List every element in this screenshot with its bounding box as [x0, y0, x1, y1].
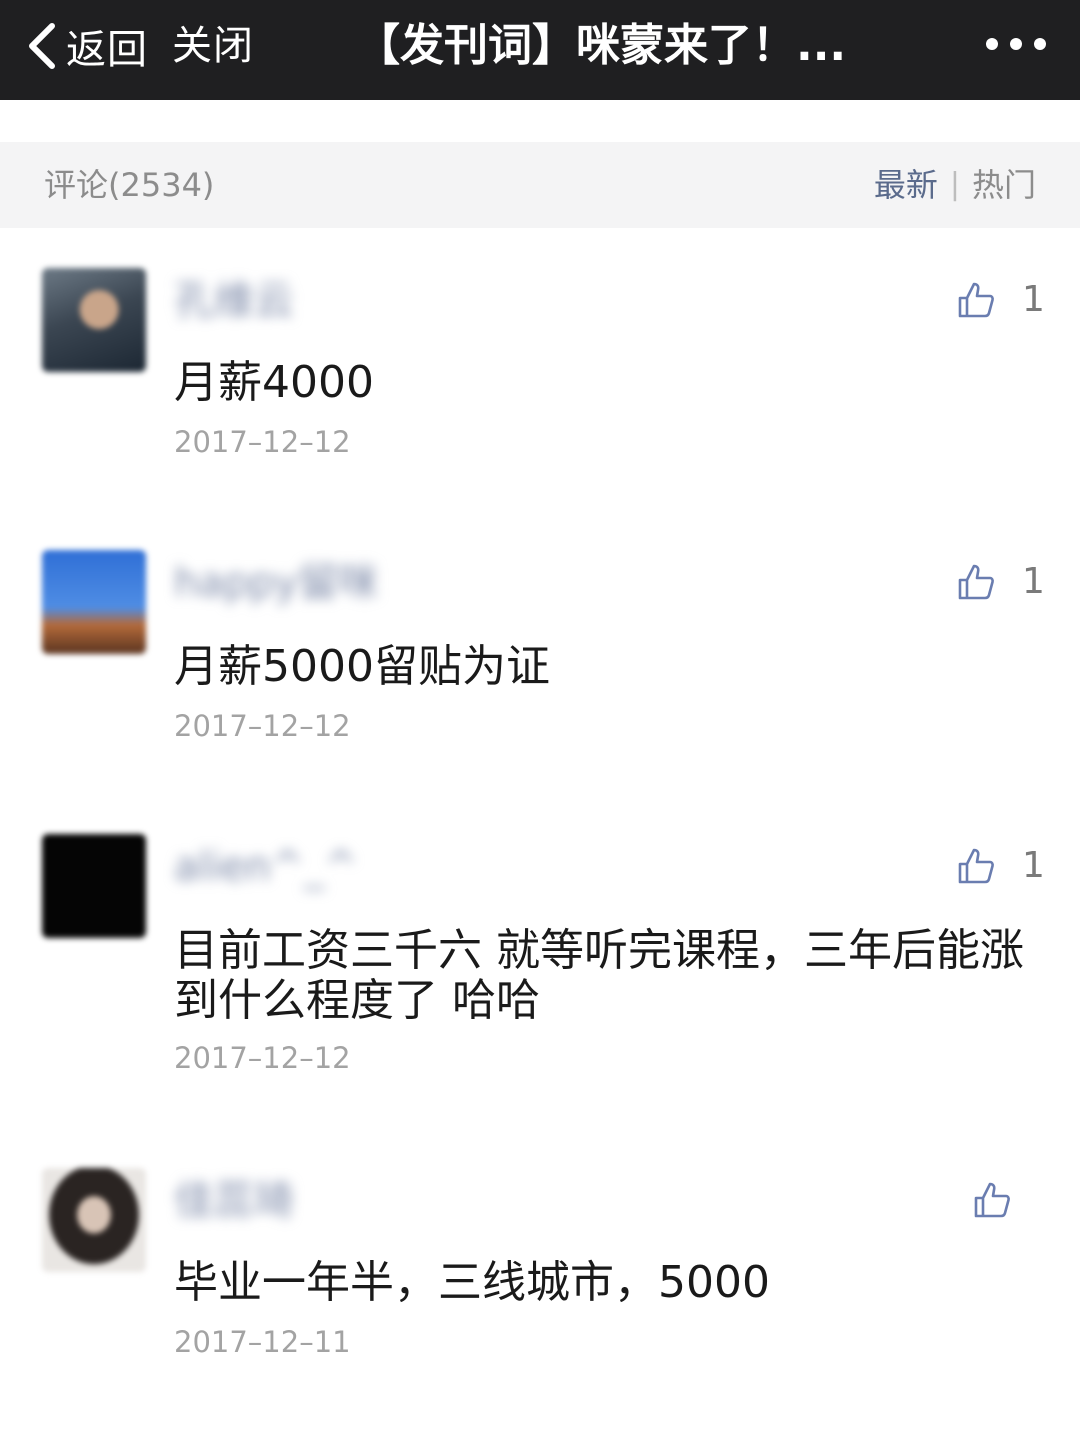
like-count: 1	[1022, 845, 1045, 886]
like-button[interactable]	[972, 1176, 1038, 1224]
spacer	[0, 100, 1080, 142]
sort-switch: 最新 | 热门	[874, 162, 1036, 208]
thumbs-up-icon	[958, 282, 994, 318]
comment-date: 2017–12–12	[174, 425, 351, 459]
like-button[interactable]: 1	[956, 558, 1045, 606]
comment-username: alien^_^	[174, 844, 358, 890]
comment-item: 佳蕊琦 毕业一年半，三线城市，5000 2017–12–11	[0, 1168, 1080, 1368]
comment-content: 毕业一年半，三线城市，5000	[174, 1257, 770, 1308]
comment-username: 佳蕊琦	[174, 1178, 294, 1224]
sort-latest-tab[interactable]: 最新	[874, 162, 938, 208]
comment-item: 孔维云 1 月薪4000 2017–12–12	[0, 268, 1080, 468]
comment-content: 月薪5000留贴为证	[174, 641, 550, 692]
comment-content: 月薪4000	[174, 357, 374, 408]
avatar[interactable]	[42, 268, 146, 372]
avatar[interactable]	[42, 1168, 146, 1272]
more-button[interactable]	[984, 24, 1048, 64]
comment-username: 孔维云	[174, 278, 294, 324]
comment-date: 2017–12–12	[174, 709, 351, 743]
comment-date: 2017–12–11	[174, 1325, 351, 1359]
comment-content: 目前工资三千六 就等听完课程，三年后能涨到什么程度了 哈哈	[174, 925, 1024, 1026]
comment-username: happy留咪	[174, 560, 379, 606]
chevron-left-icon	[29, 23, 55, 69]
thumbs-up-icon	[958, 564, 994, 600]
back-button[interactable]: 返回	[24, 18, 148, 74]
comment-date: 2017–12–12	[174, 1041, 351, 1075]
thumbs-up-icon	[958, 848, 994, 884]
like-count: 1	[1022, 279, 1045, 320]
sort-hot-tab[interactable]: 热门	[972, 162, 1036, 208]
avatar[interactable]	[42, 550, 146, 654]
back-label: 返回	[66, 27, 148, 73]
close-button[interactable]: 关闭	[172, 18, 254, 74]
top-nav-bar: 返回 关闭 【发刊词】咪蒙来了！...	[0, 0, 1080, 100]
more-dots-icon	[986, 38, 1046, 50]
like-count: 1	[1022, 561, 1045, 602]
sort-divider: |	[949, 167, 960, 202]
comments-header: 评论(2534) 最新 | 热门	[0, 142, 1080, 228]
page-title: 【发刊词】咪蒙来了！...	[356, 20, 847, 71]
comment-item: happy留咪 1 月薪5000留贴为证 2017–12–12	[0, 550, 1080, 750]
avatar[interactable]	[42, 834, 146, 938]
comment-item: alien^_^ 1 目前工资三千六 就等听完课程，三年后能涨到什么程度了 哈哈…	[0, 834, 1080, 1084]
like-button[interactable]: 1	[956, 842, 1045, 890]
thumbs-up-icon	[974, 1182, 1010, 1218]
comments-count: 评论(2534)	[44, 166, 215, 204]
like-button[interactable]: 1	[956, 276, 1045, 324]
